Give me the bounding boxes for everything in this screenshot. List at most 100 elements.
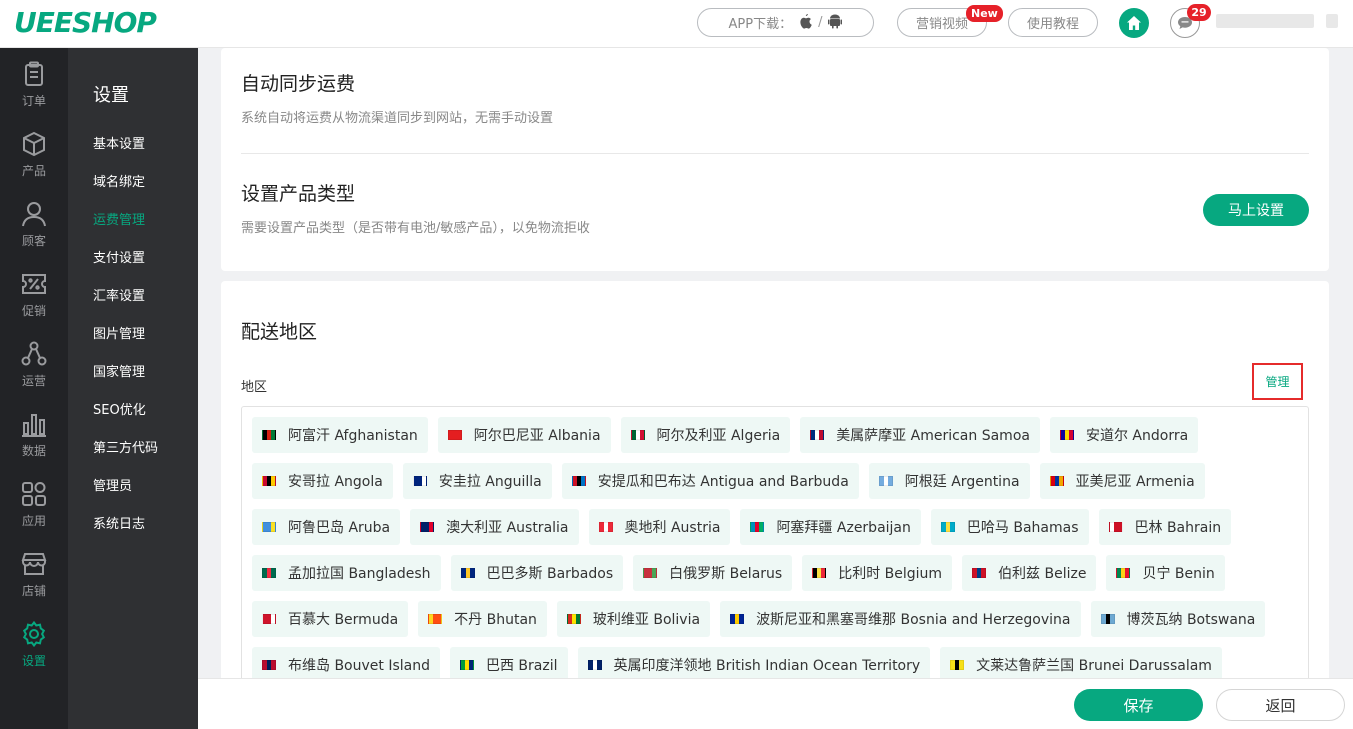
store-icon <box>21 553 47 575</box>
flag-icon <box>262 476 276 486</box>
flag-icon <box>940 522 955 532</box>
country-name: 美属萨摩亚 American Samoa <box>836 428 1030 444</box>
flag-icon <box>630 430 645 440</box>
flag-icon <box>598 522 613 532</box>
flag-icon <box>878 476 893 486</box>
android-icon[interactable] <box>828 13 843 33</box>
nav-customers[interactable]: 顾客 <box>0 188 68 258</box>
top-bar: UEESHOP APP下载： / 营销视频 New 使用教程 29 <box>0 0 1353 48</box>
submenu-admins[interactable]: 管理员 <box>93 475 132 494</box>
submenu-seo[interactable]: SEO优化 <box>93 399 146 418</box>
country-name: 伯利兹 Belize <box>998 566 1087 582</box>
product-type-title: 设置产品类型 <box>241 183 356 205</box>
country-name: 布维岛 Bouvet Island <box>288 658 430 674</box>
submenu-shipping-management[interactable]: 运费管理 <box>93 209 145 228</box>
flag-icon <box>812 568 827 578</box>
nav-products[interactable]: 产品 <box>0 118 68 188</box>
country-name: 波斯尼亚和黑塞哥维那 Bosnia and Herzegovina <box>756 612 1071 628</box>
nav-store[interactable]: 店铺 <box>0 538 68 608</box>
flag-icon <box>420 522 435 532</box>
setup-now-button[interactable]: 马上设置 <box>1203 194 1309 226</box>
country-tag: 澳大利亚 Australia <box>410 509 579 545</box>
country-tag: 美属萨摩亚 American Samoa <box>800 417 1040 453</box>
country-tag: 阿鲁巴岛 Aruba <box>252 509 401 545</box>
country-tag: 奥地利 Austria <box>588 509 731 545</box>
region-label: 地区 <box>241 380 268 395</box>
country-tag: 阿根廷 Argentina <box>868 463 1030 499</box>
country-name: 巴林 Bahrain <box>1134 520 1222 536</box>
nav-orders[interactable]: 订单 <box>0 48 68 118</box>
country-tag: 白俄罗斯 Belarus <box>633 555 793 591</box>
submenu-basic-settings[interactable]: 基本设置 <box>93 133 145 152</box>
country-name: 澳大利亚 Australia <box>446 520 569 536</box>
apps-icon <box>22 482 46 506</box>
app-download-pill[interactable]: APP下载： / <box>697 8 874 37</box>
home-icon <box>1127 16 1141 30</box>
flag-icon <box>810 430 825 440</box>
country-name: 贝宁 Benin <box>1142 566 1215 582</box>
region-list-box[interactable]: 阿富汗 Afghanistan 阿尔巴尼亚 Albania 阿尔及利亚 Algeri… <box>241 406 1309 686</box>
flag-icon <box>262 660 276 670</box>
main-nav: 订单 产品 顾客 促销 运营 数据 应用 店铺 设置 <box>0 48 68 729</box>
country-tag: 安圭拉 Anguilla <box>402 463 552 499</box>
back-button[interactable]: 返回 <box>1216 689 1345 721</box>
shipping-settings-card: 自动同步运费 系统自动将运费从物流渠道同步到网站，无需手动设置 设置产品类型 需… <box>221 48 1329 271</box>
country-tag: 阿富汗 Afghanistan <box>252 417 428 453</box>
country-name: 阿尔巴尼亚 Albania <box>473 428 601 444</box>
tutorial-button[interactable]: 使用教程 <box>1008 8 1098 37</box>
cube-icon <box>23 131 45 157</box>
submenu-domain-binding[interactable]: 域名绑定 <box>93 171 145 190</box>
country-name: 文莱达鲁萨兰国 Brunei Darussalam <box>976 658 1212 674</box>
submenu-image-management[interactable]: 图片管理 <box>93 323 145 342</box>
flag-icon <box>1059 430 1074 440</box>
flag-icon <box>1049 476 1064 486</box>
flag-icon <box>262 568 276 578</box>
gear-icon <box>22 620 46 648</box>
ueeshop-logo[interactable]: UEESHOP <box>14 6 157 39</box>
country-tag: 安哥拉 Angola <box>252 463 393 499</box>
flag-icon <box>412 476 427 486</box>
message-count-badge: 29 <box>1187 4 1211 21</box>
flag-icon <box>262 430 276 440</box>
nav-apps[interactable]: 应用 <box>0 468 68 538</box>
country-tag: 贝宁 Benin <box>1106 555 1225 591</box>
nav-data[interactable]: 数据 <box>0 398 68 468</box>
save-button[interactable]: 保存 <box>1074 689 1203 721</box>
country-name: 亚美尼亚 Armenia <box>1075 474 1195 490</box>
new-badge: New <box>966 5 1003 22</box>
username-redacted[interactable] <box>1216 14 1314 28</box>
country-tag: 孟加拉国 Bangladesh <box>252 555 441 591</box>
submenu-exchange-rate[interactable]: 汇率设置 <box>93 285 145 304</box>
flag-icon <box>460 568 475 578</box>
percent-icon <box>22 274 46 294</box>
country-tag: 比利时 Belgium <box>802 555 953 591</box>
country-name: 玻利维亚 Bolivia <box>592 612 701 628</box>
country-name: 巴西 Brazil <box>485 658 558 674</box>
country-tag: 巴巴多斯 Barbados <box>450 555 624 591</box>
submenu-system-log[interactable]: 系统日志 <box>93 513 145 532</box>
nav-settings[interactable]: 设置 <box>0 608 68 678</box>
country-name: 巴哈马 Bahamas <box>966 520 1079 536</box>
submenu-country-management[interactable]: 国家管理 <box>93 361 145 380</box>
manage-regions-link[interactable]: 管理 <box>1252 363 1303 400</box>
nav-promotions[interactable]: 促销 <box>0 258 68 328</box>
flag-icon <box>587 660 602 670</box>
bottom-action-bar: 保存 返回 <box>198 678 1353 729</box>
submenu-payment-settings[interactable]: 支付设置 <box>93 247 145 266</box>
apple-icon[interactable] <box>798 13 812 33</box>
country-tag: 百慕大 Bermuda <box>252 601 409 637</box>
country-tag: 巴哈马 Bahamas <box>930 509 1089 545</box>
settings-submenu: 设置 基本设置 域名绑定 运费管理 支付设置 汇率设置 图片管理 国家管理 SE… <box>68 48 198 729</box>
bar-chart-icon <box>22 414 46 437</box>
country-name: 安提瓜和巴布达 Antigua and Barbuda <box>597 474 849 490</box>
user-menu-redacted[interactable] <box>1326 14 1338 28</box>
country-tag: 不丹 Bhutan <box>418 601 547 637</box>
delivery-region-title: 配送地区 <box>241 321 318 343</box>
product-type-description: 需要设置产品类型（是否带有电池/敏感产品），以免物流拒收 <box>241 221 590 236</box>
nav-operations[interactable]: 运营 <box>0 328 68 398</box>
home-button[interactable] <box>1119 8 1149 38</box>
submenu-third-party-code[interactable]: 第三方代码 <box>93 437 158 456</box>
submenu-title: 设置 <box>93 85 129 106</box>
clipboard-icon <box>25 61 43 86</box>
flag-icon <box>1116 568 1131 578</box>
